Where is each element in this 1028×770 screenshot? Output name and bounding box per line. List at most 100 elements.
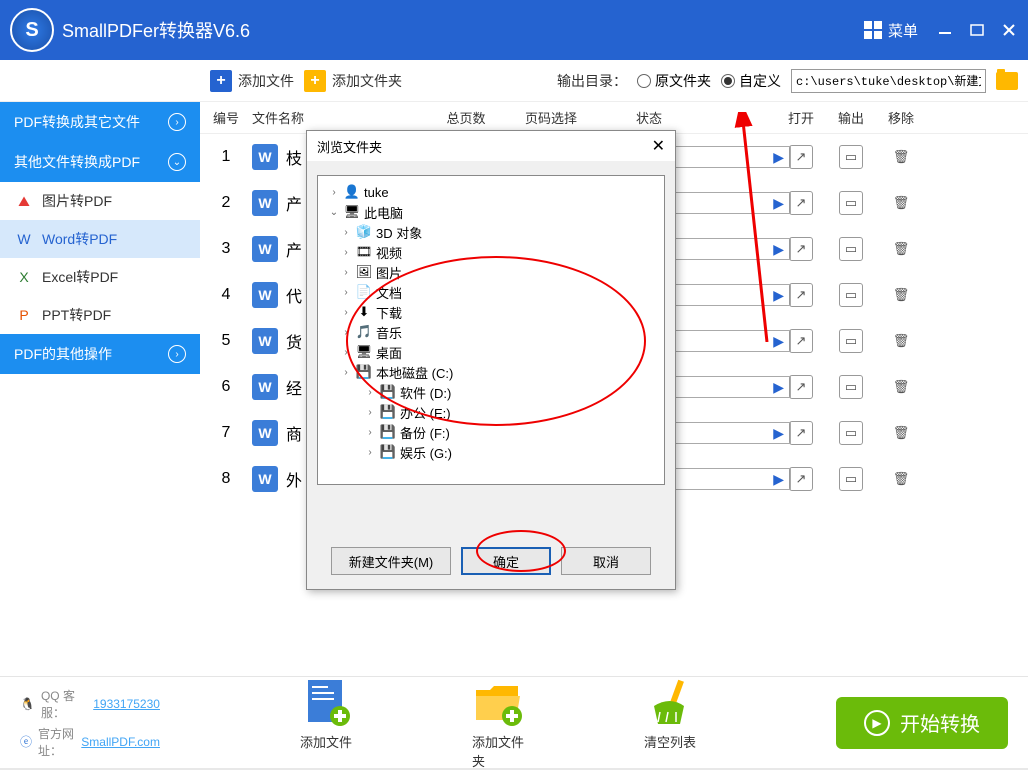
tree-expand-icon[interactable]: › [328,187,340,198]
bottom-bar: 🐧 QQ 客服： 1933175230 ⓔ 官方网址： SmallPDF.com… [0,676,1028,768]
browse-folder-button[interactable] [996,72,1018,90]
tree-item[interactable]: ›📄文档 [322,282,660,302]
remove-button[interactable]: 🗑 [889,329,913,353]
toolbar: + 添加文件 + 添加文件夹 输出目录： 原文件夹 自定义 [0,60,1028,102]
tree-item[interactable]: ›🧊3D 对象 [322,222,660,242]
tree-item[interactable]: ›🖥桌面 [322,342,660,362]
music-icon: 🎵 [356,325,372,339]
open-button[interactable]: ↗ [789,421,813,445]
ok-button[interactable]: 确定 [461,547,551,575]
add-file-button[interactable]: + 添加文件 [210,70,294,92]
dialog-close-button[interactable]: ✕ [652,136,665,156]
clear-list-big-button[interactable]: 清空列表 [644,676,696,770]
tree-label: tuke [364,185,389,200]
tree-item[interactable]: ›💾办公 (E:) [322,402,660,422]
play-icon: ▶ [864,710,890,736]
sidebar-group-other-to-pdf[interactable]: 其他文件转换成PDF ⌄ [0,142,200,182]
open-button[interactable]: ↗ [789,237,813,261]
remove-button[interactable]: 🗑 [889,421,913,445]
tree-item[interactable]: ›🖼图片 [322,262,660,282]
output-path-input[interactable] [791,69,986,93]
open-button[interactable]: ↗ [789,329,813,353]
tree-item[interactable]: ›🎞视频 [322,242,660,262]
output-button[interactable]: ▭ [839,467,863,491]
chevron-down-icon: ⌄ [168,153,186,171]
radio-original-folder[interactable]: 原文件夹 [637,71,711,91]
tree-expand-icon[interactable]: › [340,367,352,378]
tree-item[interactable]: ›💾娱乐 (G:) [322,442,660,462]
output-button[interactable]: ▭ [839,421,863,445]
tree-expand-icon[interactable]: › [340,347,352,358]
add-folder-button[interactable]: + 添加文件夹 [304,70,402,92]
tree-expand-icon[interactable]: › [364,407,376,418]
radio-custom-folder[interactable]: 自定义 [721,71,781,91]
minimize-button[interactable] [936,22,954,38]
tree-item[interactable]: ⌄🖥此电脑 [322,202,660,222]
sidebar-item-ppt-to-pdf[interactable]: P PPT转PDF [0,296,200,334]
tree-item[interactable]: ›👤tuke [322,182,660,202]
tree-expand-icon[interactable]: › [340,247,352,258]
cancel-button[interactable]: 取消 [561,547,651,575]
tree-expand-icon[interactable]: › [340,267,352,278]
word-file-icon: W [252,236,278,262]
tree-expand-icon[interactable]: ⌄ [328,207,340,218]
col-open: 打开 [776,108,826,127]
col-num: 编号 [206,108,246,127]
sidebar-group-pdf-other-ops[interactable]: PDF的其他操作 › [0,334,200,374]
close-button[interactable] [1000,22,1018,38]
site-link[interactable]: SmallPDF.com [81,735,160,749]
plus-folder-icon: + [304,70,326,92]
tree-expand-icon[interactable]: › [340,327,352,338]
remove-button[interactable]: 🗑 [889,145,913,169]
tree-item[interactable]: ›⬇下载 [322,302,660,322]
tree-item[interactable]: ›🎵音乐 [322,322,660,342]
output-button[interactable]: ▭ [839,145,863,169]
new-folder-button[interactable]: 新建文件夹(M) [331,547,451,575]
tree-label: 软件 (D:) [400,383,451,402]
remove-button[interactable]: 🗑 [889,237,913,261]
word-file-icon: W [252,374,278,400]
open-button[interactable]: ↗ [789,191,813,215]
tree-expand-icon[interactable]: › [364,447,376,458]
disk-icon: 💾 [380,425,396,439]
tree-item[interactable]: ›💾软件 (D:) [322,382,660,402]
output-button[interactable]: ▭ [839,329,863,353]
output-button[interactable]: ▭ [839,375,863,399]
add-file-big-button[interactable]: 添加文件 [300,676,352,770]
sidebar-item-word-to-pdf[interactable]: W Word转PDF [0,220,200,258]
doc-icon: 📄 [356,285,372,299]
remove-button[interactable]: 🗑 [889,191,913,215]
open-button[interactable]: ↗ [789,283,813,307]
tree-expand-icon[interactable]: › [340,227,352,238]
output-button[interactable]: ▭ [839,237,863,261]
tree-expand-icon[interactable]: › [364,387,376,398]
tree-expand-icon[interactable]: › [340,287,352,298]
tree-expand-icon[interactable]: › [340,307,352,318]
maximize-button[interactable] [968,22,986,38]
tree-expand-icon[interactable]: › [364,427,376,438]
tree-item[interactable]: ›💾备份 (F:) [322,422,660,442]
sidebar-group-pdf-to-other[interactable]: PDF转换成其它文件 › [0,102,200,142]
open-button[interactable]: ↗ [789,375,813,399]
folder-tree[interactable]: ›👤tuke⌄🖥此电脑›🧊3D 对象›🎞视频›🖼图片›📄文档›⬇下载›🎵音乐›🖥… [317,175,665,485]
ppt-icon: P [16,307,32,323]
sidebar-item-excel-to-pdf[interactable]: X Excel转PDF [0,258,200,296]
tree-item[interactable]: ›💾本地磁盘 (C:) [322,362,660,382]
col-output: 输出 [826,108,876,127]
sidebar-item-img-to-pdf[interactable]: ⛰ 图片转PDF [0,182,200,220]
remove-button[interactable]: 🗑 [889,467,913,491]
output-button[interactable]: ▭ [839,283,863,307]
menu-label: 菜单 [888,20,918,41]
col-page-select: 页码选择 [506,108,596,127]
open-button[interactable]: ↗ [789,145,813,169]
remove-button[interactable]: 🗑 [889,375,913,399]
add-folder-big-button[interactable]: 添加文件夹 [472,676,524,770]
remove-button[interactable]: 🗑 [889,283,913,307]
menu-button[interactable]: 菜单 [864,20,918,41]
start-convert-button[interactable]: ▶ 开始转换 [836,697,1008,749]
open-button[interactable]: ↗ [789,467,813,491]
output-button[interactable]: ▭ [839,191,863,215]
qq-link[interactable]: 1933175230 [93,697,160,711]
pc-icon: 🖥 [344,205,360,219]
globe-icon: ⓔ [20,733,32,750]
